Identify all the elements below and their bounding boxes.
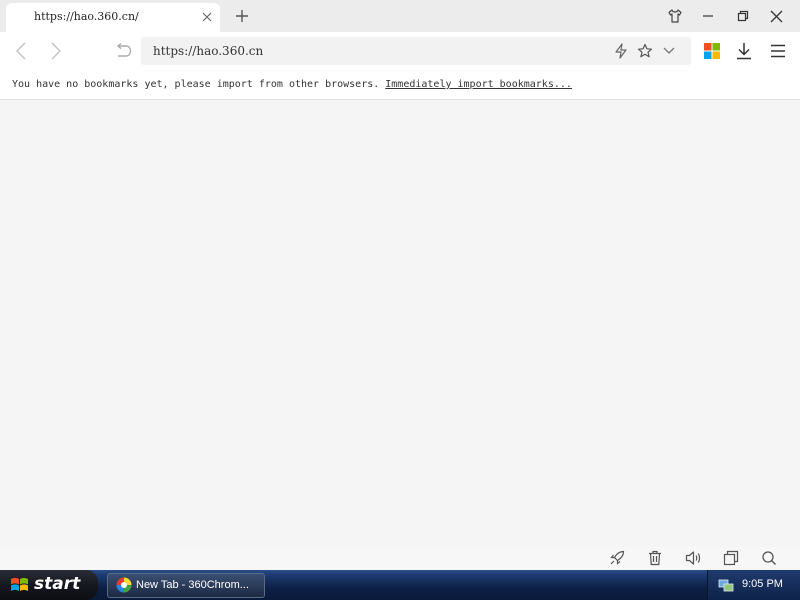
- bookmark-bar: You have no bookmarks yet, please import…: [0, 70, 800, 100]
- tab-title: https://hao.360.cn/: [34, 10, 139, 23]
- forward-icon[interactable]: [46, 41, 66, 61]
- start-button[interactable]: start: [0, 570, 98, 600]
- window-copy-icon[interactable]: [722, 549, 740, 567]
- import-bookmarks-link[interactable]: Immediately import bookmarks...: [385, 79, 572, 90]
- clock: 9:05 PM: [742, 578, 783, 590]
- windows-flag-icon: [10, 576, 30, 594]
- rocket-icon[interactable]: [608, 549, 626, 567]
- bookmark-empty-message: You have no bookmarks yet, please import…: [12, 79, 572, 90]
- 360-browser-icon: [116, 577, 132, 593]
- tab-active[interactable]: https://hao.360.cn/: [6, 3, 220, 32]
- page-content: [0, 100, 800, 547]
- microsoft-apps-icon[interactable]: [701, 40, 723, 62]
- taskbar-window-label: New Tab - 360Chrom...: [136, 579, 249, 591]
- star-icon[interactable]: [636, 42, 654, 60]
- toolbar: [0, 32, 800, 70]
- address-bar[interactable]: [141, 37, 691, 65]
- status-tools-bar: [0, 547, 800, 569]
- close-icon[interactable]: [200, 10, 214, 24]
- minimize-icon[interactable]: [697, 6, 719, 26]
- lightning-icon[interactable]: [612, 42, 630, 60]
- network-tray-icon[interactable]: [718, 577, 734, 593]
- new-tab-button[interactable]: [232, 6, 252, 26]
- taskbar-window-button[interactable]: New Tab - 360Chrom...: [107, 573, 265, 598]
- trash-icon[interactable]: [646, 549, 664, 567]
- taskbar: start New Tab - 360Chrom... 9:05 PM: [0, 570, 800, 600]
- restore-icon[interactable]: [732, 6, 754, 26]
- close-window-icon[interactable]: [765, 6, 787, 26]
- menu-icon[interactable]: [767, 40, 789, 62]
- plus-icon: [236, 10, 248, 22]
- tab-strip: https://hao.360.cn/: [0, 0, 800, 32]
- skin-shirt-icon[interactable]: [664, 6, 686, 26]
- download-icon[interactable]: [733, 40, 755, 62]
- start-label: start: [34, 574, 81, 594]
- speaker-icon[interactable]: [684, 549, 702, 567]
- bookmark-message-text: You have no bookmarks yet, please import…: [12, 79, 380, 90]
- system-tray: 9:05 PM: [707, 570, 800, 600]
- zoom-search-icon[interactable]: [760, 549, 778, 567]
- undo-icon[interactable]: [113, 41, 133, 61]
- back-icon[interactable]: [11, 41, 31, 61]
- url-input[interactable]: [153, 41, 593, 61]
- chevron-down-icon[interactable]: [660, 42, 678, 60]
